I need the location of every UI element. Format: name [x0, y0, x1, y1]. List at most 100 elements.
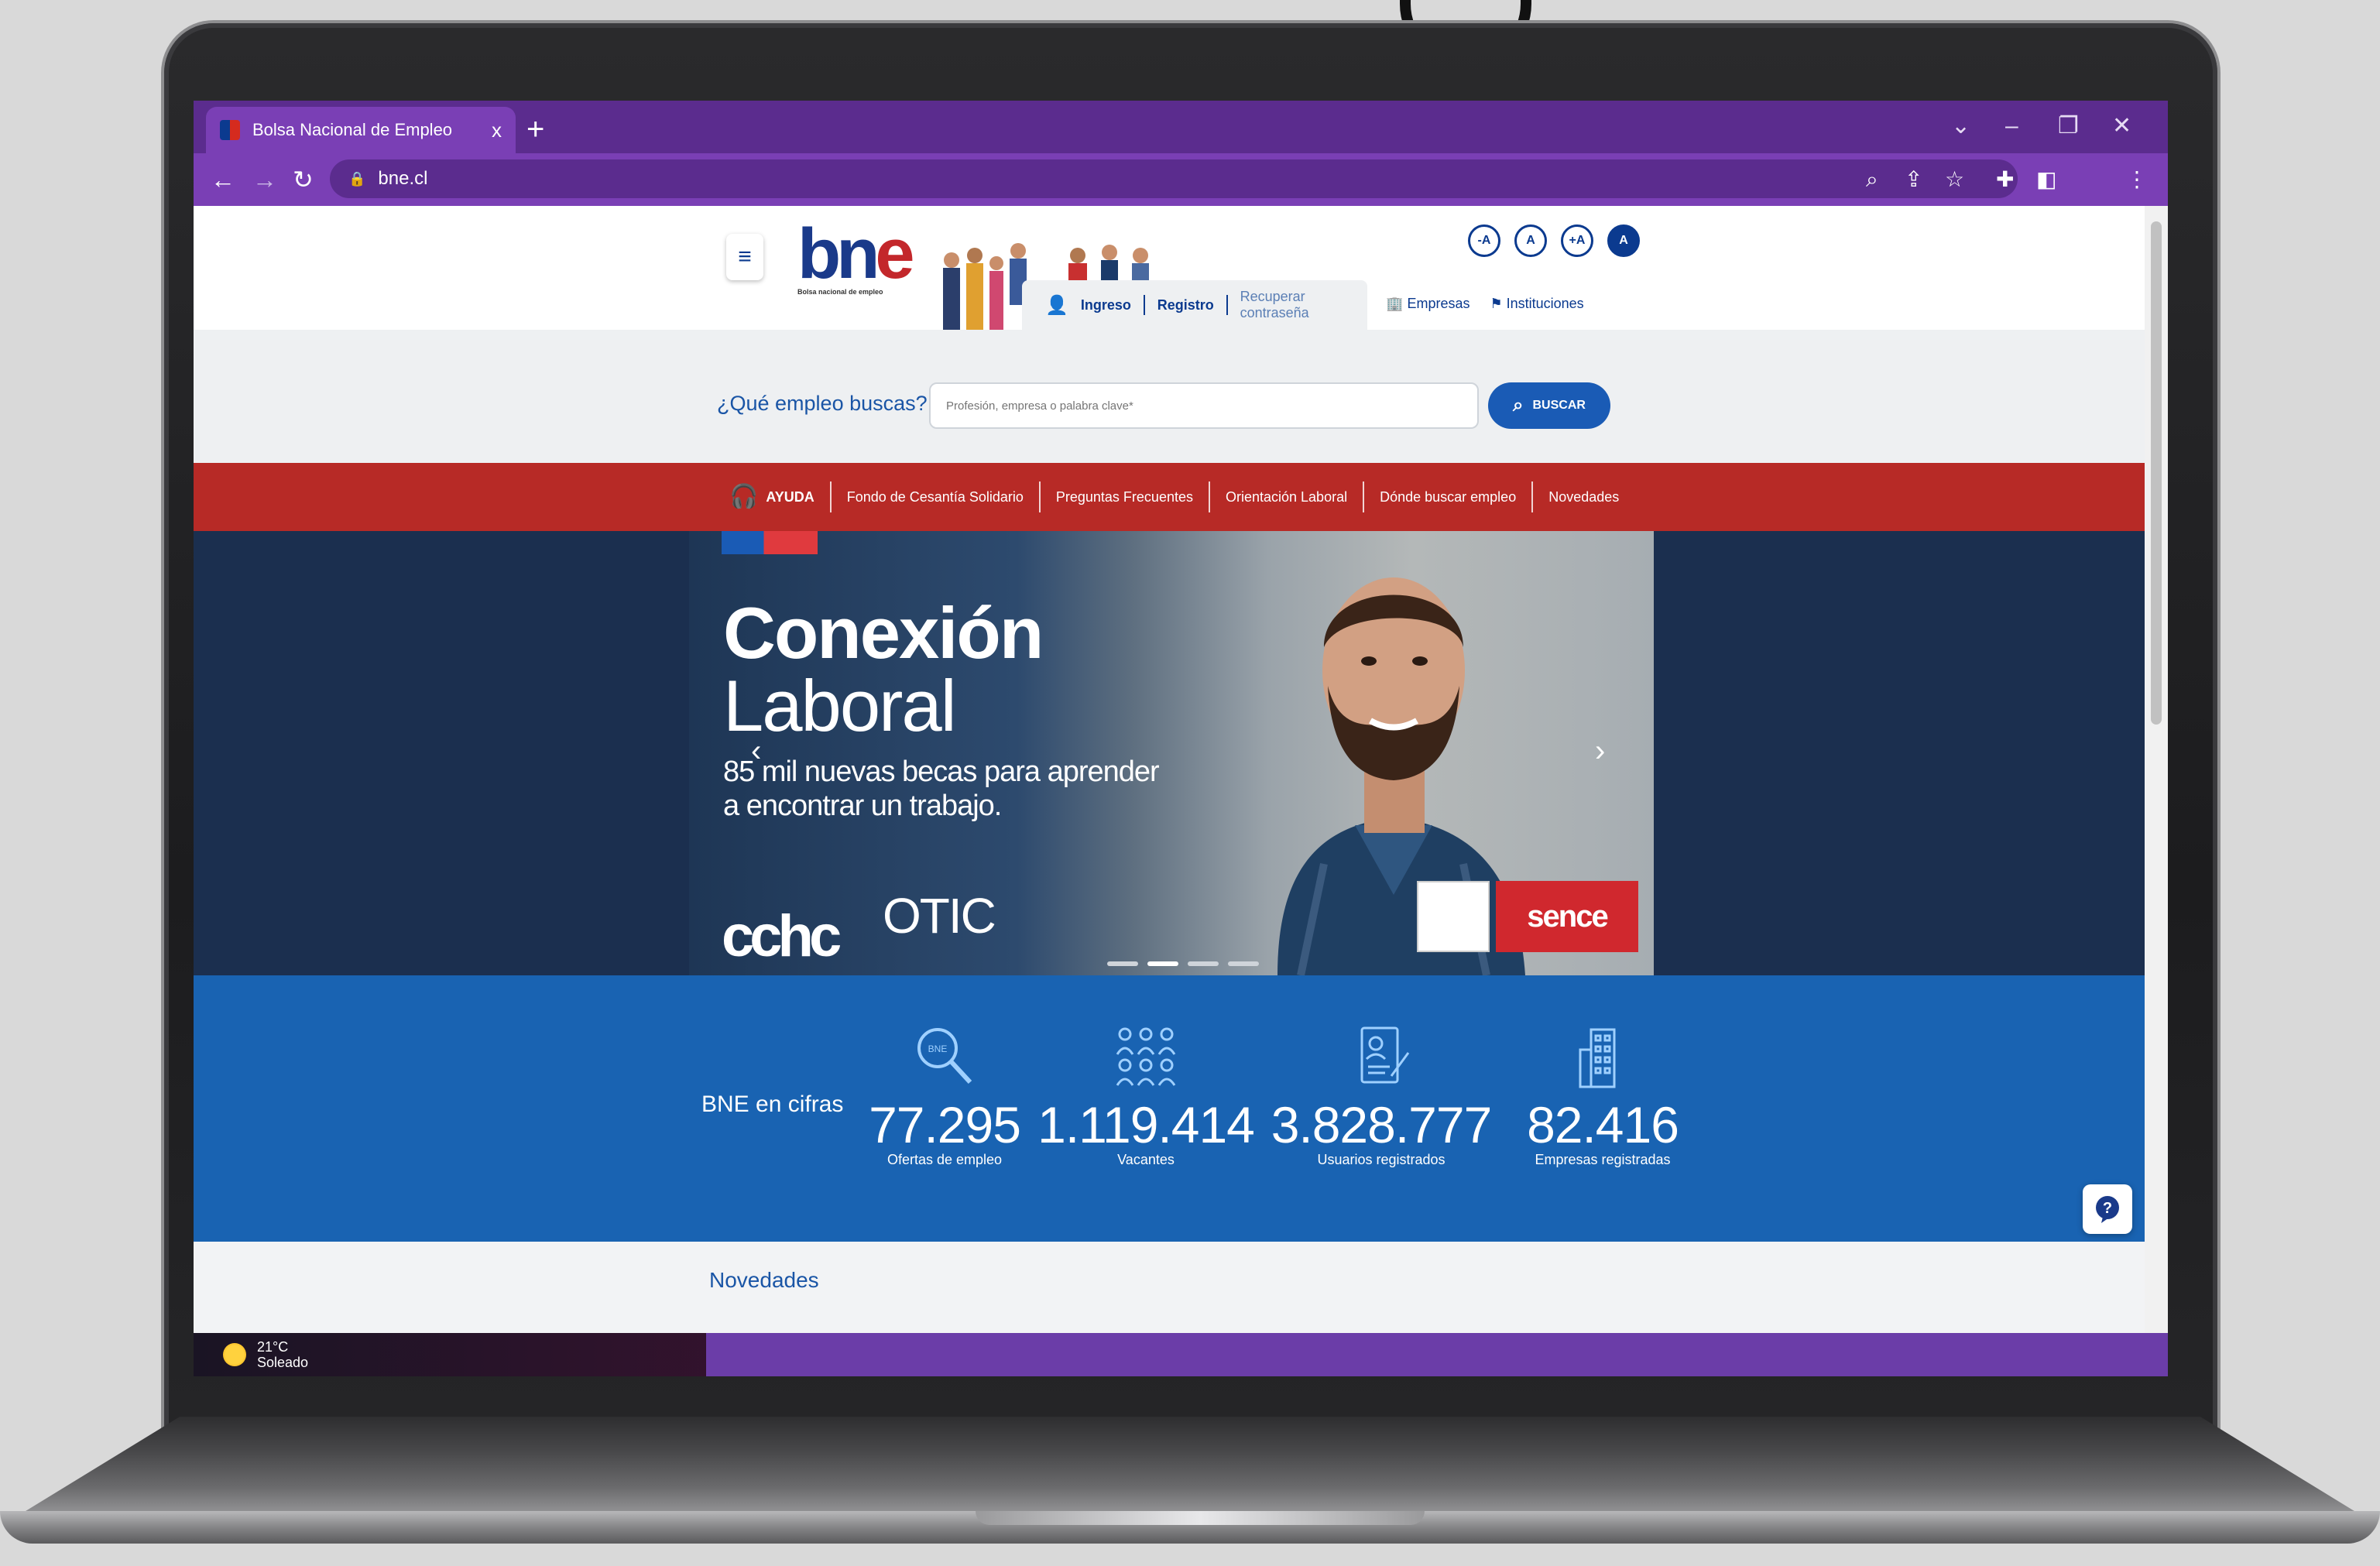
- user-icon: 👤: [1045, 294, 1068, 316]
- nav-preguntas-frecuentes[interactable]: Preguntas Frecuentes: [1041, 481, 1210, 512]
- novedades-section: Novedades: [194, 1242, 2145, 1333]
- url-text: bne.cl: [378, 168, 428, 189]
- carousel-next-icon[interactable]: ›: [1595, 734, 1605, 769]
- weather-temperature: 21°C: [257, 1339, 289, 1355]
- building-icon: [1579, 1028, 1616, 1088]
- carousel-prev-icon[interactable]: ‹: [751, 734, 761, 769]
- stats-title: BNE en cifras: [701, 1091, 844, 1117]
- accessibility-controls: -A A +A A: [1468, 224, 1640, 257]
- ayuda-label: AYUDA: [766, 489, 814, 505]
- search-section: ¿Qué empleo buscas? ⌕ BUSCAR: [194, 330, 2145, 463]
- stat-vacantes: 1.119.414 Vacantes: [1037, 1022, 1255, 1168]
- favicon-icon: [220, 120, 240, 140]
- scroll-thumb[interactable]: [2151, 221, 2162, 725]
- extensions-puzzle-icon[interactable]: ✚: [1996, 161, 2014, 198]
- bookmark-star-icon[interactable]: ☆: [1945, 161, 1964, 198]
- search-magnifier-icon: BNE: [917, 1028, 972, 1085]
- carousel-dot-3[interactable]: [1188, 961, 1219, 966]
- browser-tab-bar: Bolsa Nacional de Empleo x + ⌄ – ❐ ✕: [194, 101, 2168, 153]
- hero-subtitle-line2: a encontrar un trabajo.: [723, 790, 1002, 822]
- side-panel-icon[interactable]: ◧: [2036, 161, 2056, 198]
- hamburger-menu-button[interactable]: ≡: [726, 234, 763, 280]
- maximize-button[interactable]: ❐: [2058, 107, 2079, 146]
- ayuda-link[interactable]: 🎧 AYUDA: [714, 481, 832, 512]
- carousel-dot-4[interactable]: [1228, 961, 1259, 966]
- font-reset-button[interactable]: A: [1514, 224, 1547, 257]
- nav-orientacion-laboral[interactable]: Orientación Laboral: [1210, 481, 1365, 512]
- minimize-button[interactable]: –: [2005, 107, 2018, 146]
- font-decrease-button[interactable]: -A: [1468, 224, 1500, 257]
- search-label: ¿Qué empleo buscas?: [717, 392, 928, 415]
- zoom-icon[interactable]: ⌕: [1866, 161, 1878, 198]
- lock-icon: 🔒: [348, 170, 366, 187]
- back-button[interactable]: ←: [211, 161, 235, 198]
- tab-search-icon[interactable]: ⌄: [1951, 107, 1970, 146]
- ingreso-link[interactable]: Ingreso: [1081, 297, 1131, 314]
- site-header: ≡ bne Bolsa nacional de empleo -A A +A A: [194, 206, 2145, 330]
- carousel-dot-2[interactable]: [1147, 961, 1178, 966]
- job-search-input[interactable]: [929, 382, 1479, 429]
- forward-button[interactable]: →: [252, 161, 277, 198]
- reload-button[interactable]: ↻: [293, 161, 314, 198]
- flag-icon: ⚑: [1490, 296, 1503, 311]
- search-button[interactable]: ⌕ BUSCAR: [1488, 382, 1610, 429]
- hero-title-line1: Conexión: [723, 592, 1044, 673]
- address-bar[interactable]: 🔒 bne.cl: [330, 159, 2018, 198]
- kebab-menu-icon[interactable]: ⋮: [2126, 161, 2148, 198]
- stat-empresas: 82.416 Empresas registradas: [1510, 1022, 1696, 1168]
- empresas-label: Empresas: [1407, 296, 1470, 311]
- nav-novedades[interactable]: Novedades: [1533, 481, 1634, 512]
- taskbar-app-area: [706, 1333, 2168, 1376]
- nav-fondo-cesantia[interactable]: Fondo de Cesantía Solidario: [832, 481, 1041, 512]
- instituciones-label: Instituciones: [1506, 296, 1584, 311]
- ministerio-logo: [1417, 881, 1490, 952]
- web-page: ≡ bne Bolsa nacional de empleo -A A +A A: [194, 206, 2145, 1333]
- tab-close-icon[interactable]: x: [492, 118, 502, 142]
- login-panel: 👤 Ingreso Registro Recuperar contraseña: [1022, 280, 1367, 330]
- chile-flag-stripe: [722, 531, 818, 554]
- headset-icon: 🎧: [729, 484, 759, 509]
- stats-section: BNE en cifras BNE 77.295 Ofertas de empl…: [194, 975, 2145, 1242]
- otic-logo: OTIC: [883, 888, 996, 944]
- page-scrollbar[interactable]: [2145, 206, 2168, 1333]
- stat-value: 1.119.414: [1037, 1096, 1255, 1153]
- browser-tab[interactable]: Bolsa Nacional de Empleo x: [206, 107, 516, 153]
- question-bubble-icon: ?: [2096, 1196, 2119, 1223]
- divider: [1226, 295, 1228, 315]
- hero-banner[interactable]: Conexión Laboral 85 mil nuevas becas par…: [689, 531, 1654, 975]
- laptop-notch: [976, 1511, 1425, 1525]
- svg-text:BNE: BNE: [928, 1043, 948, 1054]
- laptop-keyboard-deck: [15, 1417, 2365, 1517]
- recuperar-contrasena-link[interactable]: Recuperar contraseña: [1240, 289, 1367, 321]
- weather-condition: Soleado: [257, 1355, 309, 1370]
- sun-icon: [223, 1343, 246, 1366]
- carousel-indicators: [1107, 961, 1259, 966]
- empresas-link[interactable]: 🏢 Empresas: [1386, 296, 1469, 312]
- hero-carousel-band: Conexión Laboral 85 mil nuevas becas par…: [194, 531, 2145, 975]
- stat-label: Vacantes: [1117, 1152, 1175, 1167]
- cchc-logo: cchc: [722, 903, 842, 969]
- divider: [1143, 295, 1145, 315]
- close-window-button[interactable]: ✕: [2112, 107, 2131, 146]
- font-increase-button[interactable]: +A: [1561, 224, 1593, 257]
- user-document-icon: [1360, 1026, 1410, 1084]
- new-tab-button[interactable]: +: [526, 108, 544, 150]
- people-group-icon: [1116, 1027, 1176, 1086]
- instituciones-link[interactable]: ⚑ Instituciones: [1490, 296, 1583, 312]
- nav-donde-buscar-empleo[interactable]: Dónde buscar empleo: [1364, 481, 1534, 512]
- high-contrast-button[interactable]: A: [1607, 224, 1640, 257]
- bne-logo[interactable]: bne Bolsa nacional de empleo: [797, 218, 929, 303]
- svg-text:?: ?: [2103, 1200, 2112, 1217]
- share-icon[interactable]: ⇪: [1905, 161, 1922, 198]
- sence-logo: sence: [1496, 881, 1638, 952]
- stat-label: Ofertas de empleo: [886, 1152, 1003, 1167]
- weather-widget[interactable]: 21°C Soleado: [223, 1339, 308, 1370]
- novedades-title[interactable]: Novedades: [709, 1268, 819, 1293]
- stat-label: Usuarios registrados: [1317, 1152, 1445, 1167]
- registro-link[interactable]: Registro: [1157, 297, 1214, 314]
- stat-ofertas: BNE 77.295 Ofertas de empleo: [859, 1022, 1030, 1168]
- browser-toolbar: ← → ↻ 🔒 bne.cl ⌕ ⇪ ☆ ✚ ◧ ⋮: [194, 153, 2168, 206]
- help-chat-button[interactable]: ?: [2083, 1184, 2132, 1234]
- carousel-dot-1[interactable]: [1107, 961, 1138, 966]
- stat-value: 82.416: [1527, 1096, 1679, 1153]
